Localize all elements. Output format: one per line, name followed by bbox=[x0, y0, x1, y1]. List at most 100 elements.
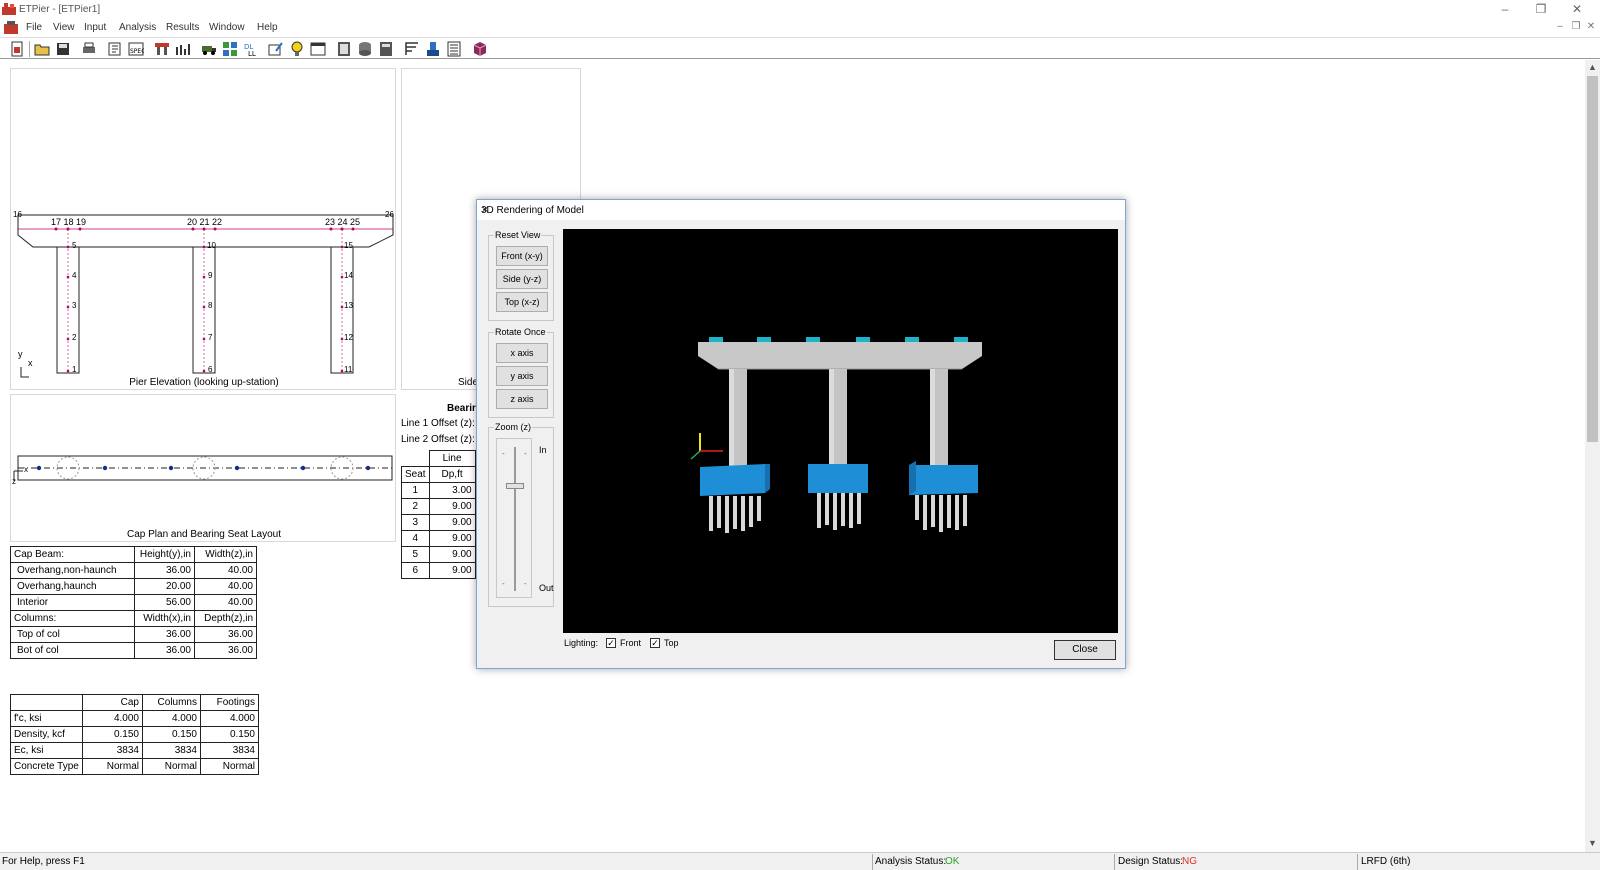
node-label: 16 bbox=[13, 210, 22, 219]
status-bar: For Help, press F1 Analysis Status: OK D… bbox=[0, 852, 1600, 870]
table-row: 6 9.00 bbox=[401, 562, 476, 579]
node-label: 9 bbox=[208, 271, 213, 280]
reset-view-group: Reset View Front (x-y) Side (y-z) Top (x… bbox=[488, 230, 554, 321]
svg-text:SPEC: SPEC bbox=[130, 48, 144, 55]
axis-x-label: x bbox=[24, 465, 28, 474]
window-view-icon[interactable] bbox=[310, 41, 326, 57]
node-label: 13 bbox=[344, 301, 353, 310]
scroll-up-icon[interactable]: ▲ bbox=[1588, 62, 1597, 72]
rotate-x-button[interactable]: x axis bbox=[496, 343, 548, 363]
new-file-icon[interactable] bbox=[9, 41, 25, 57]
table-row: 2 9.00 bbox=[401, 498, 476, 515]
load-combo-icon[interactable] bbox=[222, 41, 238, 57]
scrollbar-thumb[interactable] bbox=[1587, 76, 1598, 442]
node-label: 10 bbox=[207, 241, 216, 250]
menu-results[interactable]: Results bbox=[166, 22, 199, 33]
light-front-checkbox[interactable]: ✓ bbox=[606, 638, 616, 648]
node-label: 8 bbox=[208, 301, 213, 310]
zoom-label: Zoom (z) bbox=[494, 422, 532, 432]
table-row: Bot of col 36.00 36.00 bbox=[10, 642, 257, 659]
node-label: 5 bbox=[72, 241, 77, 250]
materials-table: Cap Columns Footings f'c, ksi 4.000 4.000 4.0… bbox=[10, 694, 259, 775]
report-icon[interactable] bbox=[336, 41, 352, 57]
pier-geometry-icon[interactable] bbox=[154, 41, 170, 57]
edit-design-icon[interactable] bbox=[268, 41, 284, 57]
section-icon[interactable] bbox=[425, 41, 441, 57]
list-icon[interactable] bbox=[446, 41, 462, 57]
about-cube-icon[interactable] bbox=[472, 41, 488, 57]
cap-plan-drawing bbox=[13, 455, 393, 481]
mdi-minimize-icon[interactable]: – bbox=[1553, 21, 1567, 32]
table-row: Columns: Width(x),in Depth(z),in bbox=[10, 610, 257, 627]
table-row: Concrete Type Normal Normal Normal bbox=[10, 758, 259, 775]
node-label: 2 bbox=[72, 333, 77, 342]
calculator-icon[interactable] bbox=[378, 41, 394, 57]
zoom-slider-thumb[interactable] bbox=[506, 483, 524, 489]
lightbulb-icon[interactable] bbox=[289, 41, 305, 57]
save-icon[interactable] bbox=[55, 41, 71, 57]
light-top-label: Top bbox=[664, 638, 679, 648]
close-button[interactable]: Close bbox=[1054, 640, 1116, 660]
menu-analysis[interactable]: Analysis bbox=[119, 22, 156, 33]
zoom-out-label: Out bbox=[539, 583, 554, 593]
line1-offset-label: Line 1 Offset (z): bbox=[401, 418, 475, 429]
document-icon[interactable] bbox=[4, 21, 18, 34]
menu-window[interactable]: Window bbox=[209, 22, 245, 33]
analysis-status-label: Analysis Status: bbox=[875, 856, 947, 867]
rotate-z-button[interactable]: z axis bbox=[496, 389, 548, 409]
close-window-button[interactable]: ✕ bbox=[1559, 0, 1595, 20]
front-view-button[interactable]: Front (x-y) bbox=[496, 246, 548, 266]
rotate-y-button[interactable]: y axis bbox=[496, 366, 548, 386]
zoom-slider-track[interactable]: - - - - bbox=[496, 438, 532, 598]
node-label: 23 24 25 bbox=[325, 217, 361, 227]
open-folder-icon[interactable] bbox=[34, 41, 50, 57]
menu-file[interactable]: File bbox=[26, 22, 42, 33]
bearing-header-line: Line bbox=[428, 450, 476, 467]
edit-notes-icon[interactable] bbox=[107, 41, 123, 57]
table-row: Interior 56.00 40.00 bbox=[10, 594, 257, 611]
bearing-table: Line Seat Dp,ft 1 3.00 2 9.00 3 9.00 4 9.00 5… bbox=[401, 450, 476, 579]
pier-elevation-panel: 16 17 18 19 20 21 22 23 24 25 26 5 4 3 2… bbox=[10, 68, 396, 390]
table-row: Density, kcf 0.150 0.150 0.150 bbox=[10, 726, 259, 743]
print-icon[interactable] bbox=[81, 41, 97, 57]
table-row: Cap Beam: Height(y),in Width(z),in bbox=[10, 546, 257, 563]
bearing-layout-icon[interactable] bbox=[404, 41, 420, 57]
spec-icon[interactable]: SPEC bbox=[128, 41, 144, 57]
scroll-down-icon[interactable]: ▼ bbox=[1588, 838, 1597, 848]
help-hint: For Help, press F1 bbox=[2, 856, 85, 867]
menu-help[interactable]: Help bbox=[257, 22, 278, 33]
light-top-checkbox[interactable]: ✓ bbox=[650, 638, 660, 648]
truck-load-icon[interactable] bbox=[201, 41, 217, 57]
pier-elevation-caption: Pier Elevation (looking up-station) bbox=[129, 377, 279, 388]
mdi-close-icon[interactable]: ✕ bbox=[1584, 21, 1598, 32]
side-view-button[interactable]: Side (y-z) bbox=[496, 269, 548, 289]
dialog-close-icon[interactable]: ✕ bbox=[481, 205, 1119, 216]
vertical-scrollbar[interactable]: ▲ ▼ bbox=[1585, 60, 1600, 852]
menu-view[interactable]: View bbox=[53, 22, 75, 33]
database-icon[interactable] bbox=[357, 41, 373, 57]
live-load-icon[interactable]: DLLL bbox=[243, 41, 259, 57]
rendering-dialog: 3D Rendering of Model ✕ Reset View Front… bbox=[476, 199, 1126, 669]
node-label: 6 bbox=[208, 365, 213, 374]
node-label: 15 bbox=[344, 241, 353, 250]
restore-button[interactable]: ❐ bbox=[1523, 0, 1559, 20]
window-title: ETPier - [ETPier1] bbox=[19, 4, 101, 15]
node-label: 11 bbox=[344, 365, 353, 374]
app-icon bbox=[2, 3, 16, 15]
3d-viewport[interactable] bbox=[563, 229, 1118, 633]
node-label: 1 bbox=[72, 365, 77, 374]
minimize-button[interactable]: – bbox=[1487, 0, 1523, 20]
spec-status: LRFD (6th) bbox=[1361, 856, 1411, 867]
menu-input[interactable]: Input bbox=[84, 22, 106, 33]
table-row: 4 9.00 bbox=[401, 530, 476, 547]
design-status-value: NG bbox=[1182, 856, 1197, 867]
line2-offset-label: Line 2 Offset (z): bbox=[401, 434, 475, 445]
toolbar: SPEC DL LL bbox=[0, 37, 1600, 59]
top-view-button[interactable]: Top (x-z) bbox=[496, 292, 548, 312]
mdi-restore-icon[interactable]: ❐ bbox=[1569, 21, 1583, 32]
column-chart-icon[interactable] bbox=[175, 41, 191, 57]
reset-view-label: Reset View bbox=[494, 230, 542, 240]
dialog-title-bar: 3D Rendering of Model ✕ bbox=[477, 200, 1125, 220]
node-label: 4 bbox=[72, 271, 77, 280]
design-status-label: Design Status: bbox=[1118, 856, 1184, 867]
